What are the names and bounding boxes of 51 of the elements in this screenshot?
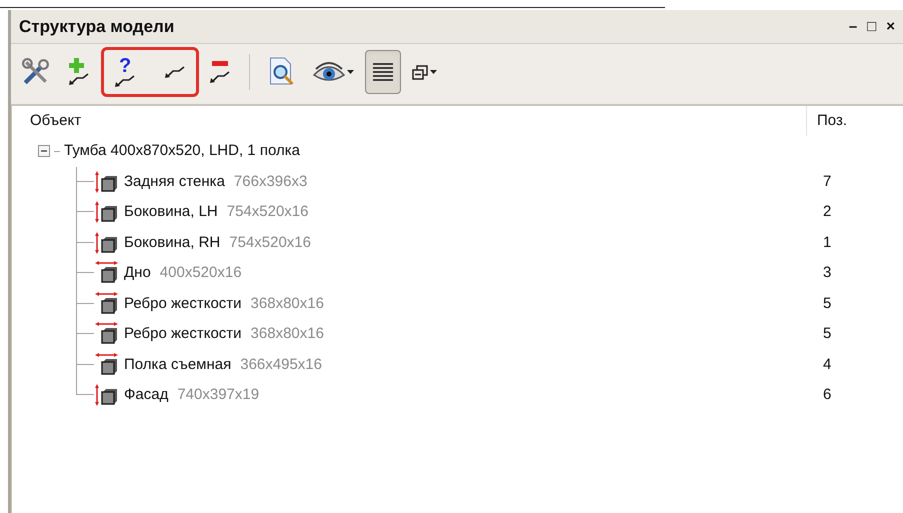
tools-icon	[22, 58, 50, 86]
position-cell-text: 7	[823, 172, 832, 192]
part-size: 400x520x16	[160, 263, 242, 283]
tree-item-label[interactable]: Задняя стенка	[124, 170, 225, 193]
tree-item-label[interactable]: Боковина, LH	[124, 201, 218, 224]
link-arrow-icon	[165, 66, 185, 78]
part-size: 368x80x16	[250, 294, 324, 314]
window-control-button[interactable]: □	[867, 19, 876, 34]
tree-connector	[76, 319, 94, 350]
tree-item-label[interactable]: Дно	[124, 262, 151, 284]
position-cell-text: 5	[823, 324, 832, 344]
position-cell-text: 5	[823, 294, 832, 314]
tree-item-label[interactable]: Фасад	[124, 384, 168, 406]
window-control-button[interactable]: ×	[886, 19, 895, 34]
tree-item-label[interactable]: Ребро жесткости	[124, 323, 242, 346]
tree-connector	[76, 228, 94, 258]
toolbar-button[interactable]: ?	[108, 50, 142, 94]
part-size: 754x520x16	[229, 232, 311, 252]
tree-connector	[54, 150, 60, 152]
position-cell-text: 6	[823, 385, 832, 405]
panel-title: Структура модели	[19, 16, 174, 38]
tree-item-label[interactable]: Ребро жесткости	[124, 292, 242, 315]
position-cell-text: 2	[823, 202, 832, 222]
link-arrow-icon	[115, 75, 135, 87]
dropdown-caret-icon	[430, 70, 437, 74]
part-size: 754x520x16	[226, 202, 308, 222]
list-icon	[372, 63, 394, 81]
windows-icon	[412, 64, 428, 80]
add-link-icon	[68, 58, 90, 86]
part-size: 740x397x19	[177, 385, 260, 405]
part-size: 368x80x16	[250, 324, 324, 344]
tree-item-label[interactable]: Боковина, RH	[124, 232, 220, 254]
part-size: 766x396x3	[234, 172, 308, 192]
collapse-toggle[interactable]	[38, 145, 50, 158]
tree-item-label[interactable]: Полка съемная	[124, 354, 232, 376]
tree-connector	[76, 288, 94, 319]
tree-item-label[interactable]: Тумба 400x870x520, LHD, 1 полка	[64, 140, 300, 162]
tree-connector	[76, 258, 94, 288]
document-search-icon	[269, 57, 295, 87]
position-cell-text: 1	[823, 232, 832, 252]
dropdown-caret-icon	[347, 70, 354, 74]
column-header: Поз.	[817, 110, 847, 131]
tree-connector	[76, 166, 94, 197]
toolbar-button[interactable]	[365, 50, 401, 94]
part-size: 366x495x16	[240, 354, 322, 374]
position-cell-text: 3	[823, 263, 832, 283]
position-cell-text: 4	[823, 354, 832, 374]
remove-link-icon	[210, 61, 230, 83]
tree-connector	[76, 197, 94, 228]
window-control-button[interactable]: –	[848, 19, 858, 34]
column-header: Объект	[30, 110, 82, 131]
